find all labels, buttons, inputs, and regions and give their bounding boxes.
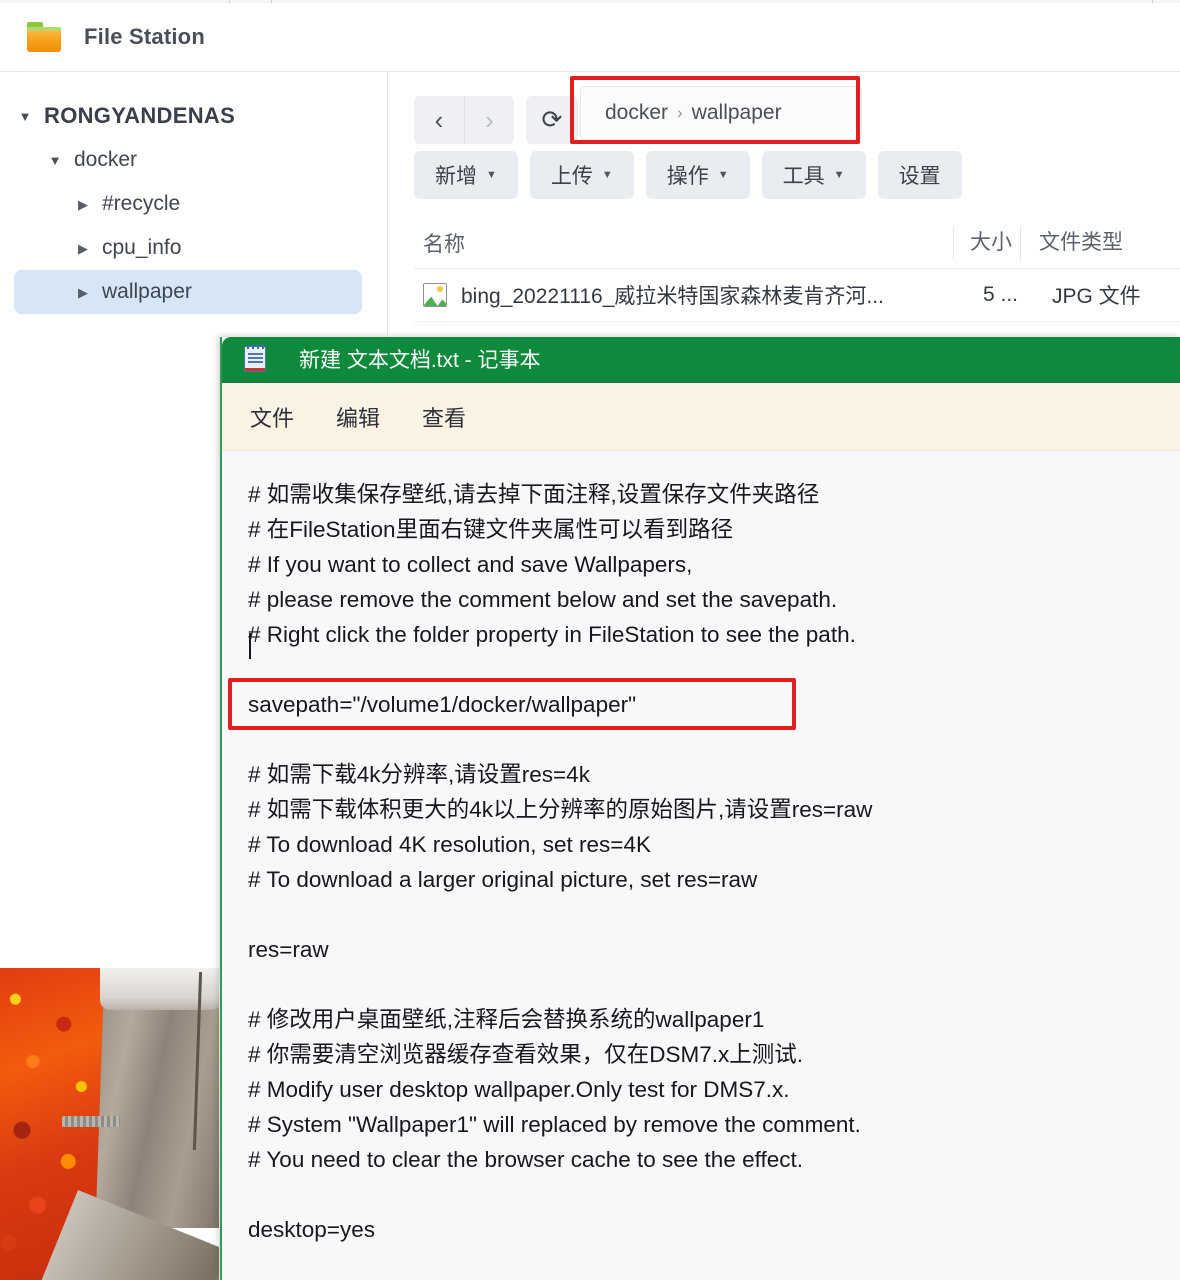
upload-button[interactable]: 上传 ▼ [529,151,634,199]
text-line-savepath-wrap: savepath="/volume1/docker/wallpaper" [228,678,1180,730]
toolbar: 新增 ▼ 上传 ▼ 操作 ▼ 工具 ▼ 设置 [414,151,962,199]
sidebar-item-cpu-info[interactable]: ▶ cpu_info [0,226,387,270]
sidebar-item-docker[interactable]: ▼ docker [0,138,387,182]
column-header-size[interactable]: 大小 [953,226,1020,260]
navigation-bar: ‹ › ⟳ [414,96,578,144]
breadcrumb-separator: › [677,103,683,122]
text-line-blank [248,722,1180,757]
text-line-blank [248,652,1180,687]
file-list-header: 名称 大小 文件类型 [414,218,1180,269]
file-size-cell: 5 ... [983,283,1019,306]
image-file-icon [423,283,447,307]
text-line: # Modify user desktop wallpaper.Only tes… [248,1077,790,1102]
notepad-window: 新建 文本文档.txt - 记事本 文件 编辑 查看 # 如需收集保存壁纸,请去… [220,337,1180,1280]
chevron-right-icon: › [485,104,494,135]
column-header-name[interactable]: 名称 [414,228,953,258]
upload-button-label: 上传 [550,165,593,188]
page-title: File Station [84,24,205,49]
forward-button[interactable]: › [464,96,514,144]
notepad-menubar: 文件 编辑 查看 [222,383,1180,451]
refresh-icon: ⟳ [541,106,563,134]
screen-root: File Station ▼ RONGYANDENAS ▼ docker ▶ #… [0,0,1180,1280]
notepad-text-area[interactable]: # 如需收集保存壁纸,请去掉下面注释,设置保存文件夹路径 # 在FileStat… [222,451,1180,1280]
chevron-right-icon: ▶ [78,196,88,212]
chevron-right-icon: ▶ [78,284,88,300]
text-line: # 在FileStation里面右键文件夹属性可以看到路径 [248,517,734,542]
new-button-label: 新增 [435,165,477,188]
file-name-cell: bing_20221116_威拉米特国家森林麦肯齐河... [461,285,884,308]
breadcrumb-root[interactable]: docker [605,101,668,125]
app-header: File Station [0,3,1180,72]
tools-button-label: 工具 [782,165,825,188]
text-line: # please remove the comment below and se… [248,587,838,612]
text-caret [249,633,251,659]
menu-item-file[interactable]: 文件 [236,401,308,433]
table-row[interactable]: bing_20221116_威拉米特国家森林麦肯齐河... 5 ... JPG … [414,269,1180,322]
chevron-down-icon: ▼ [717,169,729,181]
breadcrumb-current[interactable]: wallpaper [692,101,782,125]
menu-item-edit[interactable]: 编辑 [322,401,394,433]
settings-button[interactable]: 设置 [877,151,962,199]
chevron-down-icon: ▼ [833,169,845,181]
file-type-cell: JPG 文件 [1052,285,1141,308]
text-line: # 如需下载体积更大的4k以上分辨率的原始图片,请设置res=raw [248,797,873,822]
text-line: # To download a larger original picture,… [248,867,758,892]
sidebar-item-label: docker [74,148,138,171]
text-line: # 如需收集保存壁纸,请去掉下面注释,设置保存文件夹路径 [248,482,820,507]
text-line: res=raw [248,937,329,962]
sidebar-item-label: wallpaper [102,280,192,303]
notepad-titlebar[interactable]: 新建 文本文档.txt - 记事本 [222,337,1180,383]
breadcrumb[interactable]: docker › wallpaper [580,86,862,140]
back-button[interactable]: ‹ [414,96,464,144]
wallpaper-preview-image [0,968,219,1280]
sidebar-item-label: cpu_info [102,236,182,259]
chevron-down-icon: ▼ [486,169,497,181]
notepad-title: 新建 文本文档.txt - 记事本 [299,349,541,372]
chevron-left-icon: ‹ [434,104,444,135]
refresh-button[interactable]: ⟳ [526,96,578,144]
sidebar-item-wallpaper[interactable]: ▶ wallpaper [14,270,362,314]
new-button[interactable]: 新增 ▼ [414,151,518,199]
sidebar-item-label: #recycle [102,192,181,215]
text-line: # If you want to collect and save Wallpa… [248,552,693,577]
text-line-blank [248,897,1180,932]
text-line-savepath: savepath="/volume1/docker/wallpaper" [248,692,637,717]
text-line: # 你需要清空浏览器缓存查看效果，仅在DSM7.x上测试. [248,1042,804,1067]
column-header-type[interactable]: 文件类型 [1020,226,1180,260]
text-line: # 如需下载4k分辨率,请设置res=4k [248,762,590,787]
chevron-right-icon: ▶ [78,240,88,256]
sidebar-item-label: RONGYANDENAS [44,103,236,128]
chevron-down-icon: ▼ [48,152,62,168]
chevron-down-icon: ▼ [601,169,613,181]
notepad-icon [244,344,266,372]
text-line: # Right click the folder property in Fil… [248,622,856,647]
text-line: # To download 4K resolution, set res=4K [248,832,651,857]
sidebar-item-recycle[interactable]: ▶ #recycle [0,182,387,226]
menu-item-view[interactable]: 查看 [408,401,480,433]
folder-icon [27,22,61,52]
text-line: # System "Wallpaper1" will replaced by r… [248,1112,861,1137]
text-line: # You need to clear the browser cache to… [248,1147,803,1172]
text-line-blank [248,967,1180,1002]
text-line: # 修改用户桌面壁纸,注释后会替换系统的wallpaper1 [248,1007,765,1032]
sidebar-item-rongyandenas[interactable]: ▼ RONGYANDENAS [0,94,387,138]
tools-button[interactable]: 工具 ▼ [761,151,866,199]
settings-button-label: 设置 [898,165,941,188]
action-button-label: 操作 [666,165,709,188]
chevron-down-icon: ▼ [18,108,32,124]
text-line-blank [248,1177,1180,1212]
action-button[interactable]: 操作 ▼ [645,151,750,199]
text-line: desktop=yes [248,1217,375,1242]
